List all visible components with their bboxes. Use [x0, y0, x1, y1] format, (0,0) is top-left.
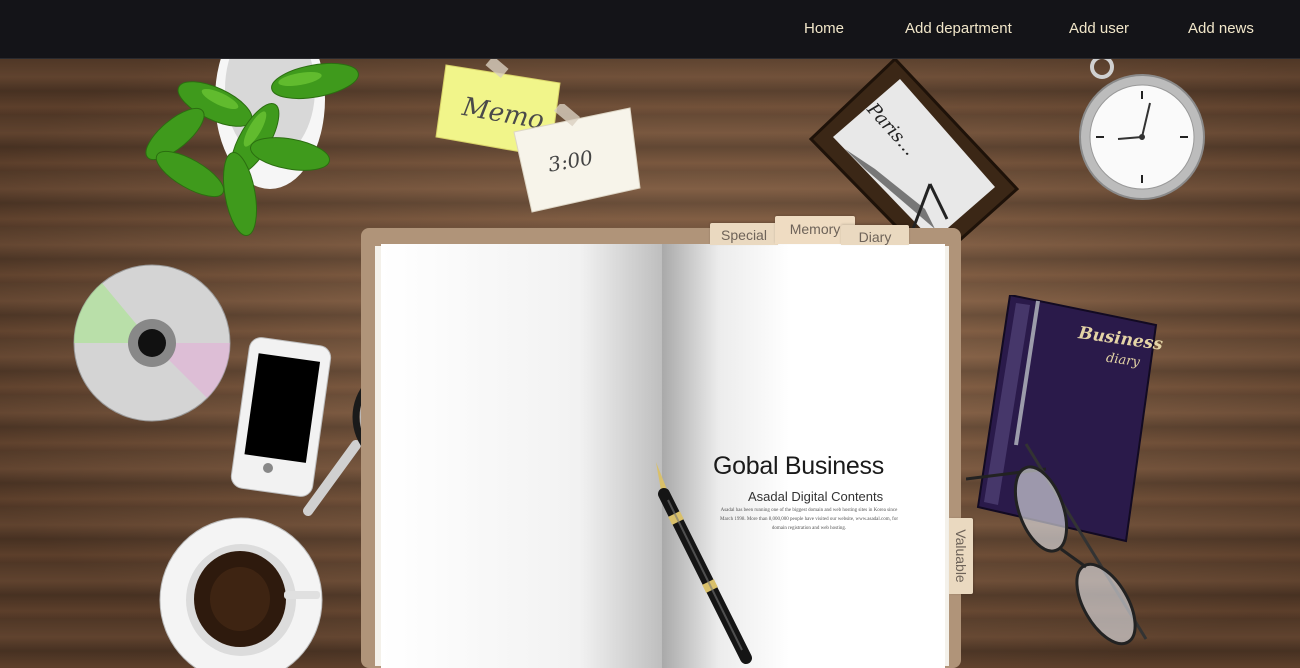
notebook-subtitle: Asadal Digital Contents: [748, 489, 884, 504]
notebook-tab-diary[interactable]: Diary: [841, 225, 909, 245]
pocket-watch-image: [1079, 59, 1205, 200]
nav-add-user-link[interactable]: Add user: [1069, 20, 1129, 37]
cd-disc-image: [73, 264, 231, 422]
fountain-pen-image: [656, 462, 752, 664]
nav-home-link[interactable]: Home: [804, 20, 844, 37]
top-navbar: Home Add department Add user Add news: [0, 0, 1300, 59]
coffee-cup-image: [159, 517, 323, 668]
nav-add-news-link[interactable]: Add news: [1188, 20, 1254, 37]
nav-add-department-link[interactable]: Add department: [905, 20, 1012, 37]
eyeglasses-image: [966, 443, 1148, 646]
plant-image: [145, 59, 359, 236]
notebook-tab-special[interactable]: Special: [710, 223, 778, 245]
